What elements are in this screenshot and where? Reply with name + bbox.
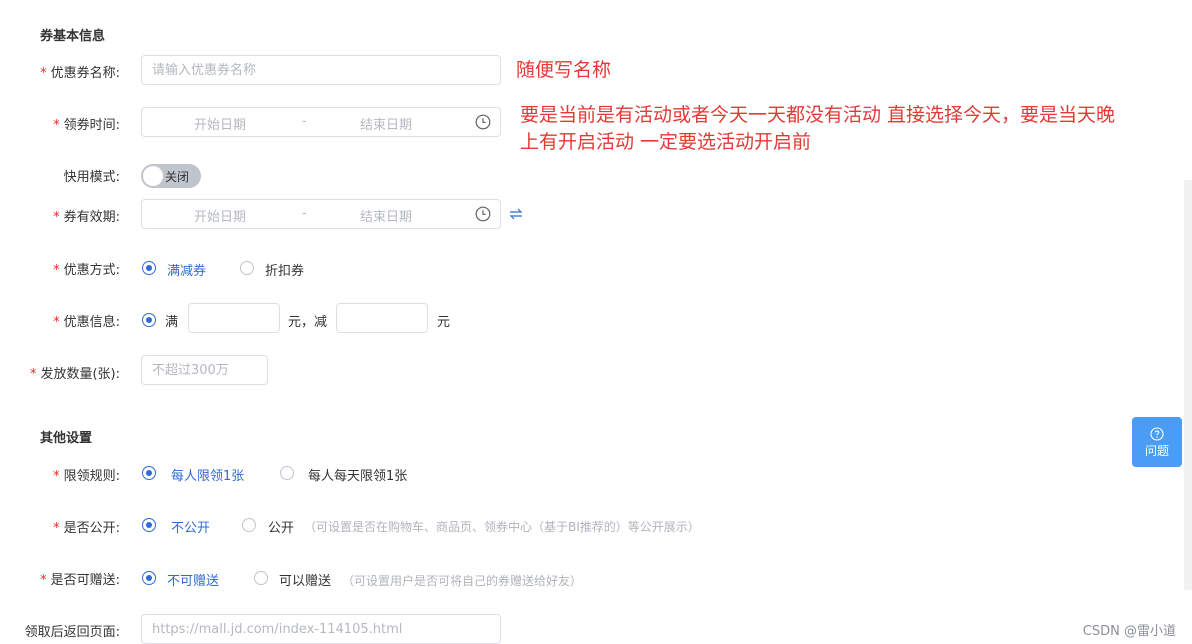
- radio-full-reduction[interactable]: [142, 261, 156, 275]
- claim-time-label: * 领券时间:: [53, 118, 120, 133]
- threshold-amount-input[interactable]: [188, 303, 280, 333]
- radio-not-public[interactable]: [142, 518, 156, 532]
- issue-count-label: * 发放数量(张):: [29, 367, 120, 382]
- radio-limit-daily[interactable]: [280, 466, 294, 480]
- return-page-input[interactable]: [141, 614, 501, 644]
- annotation-time-note-line1: 要是当前是有活动或者今天一天都没有活动 直接选择今天，要是当天晚: [520, 104, 1116, 126]
- annotation-name-note: 随便写名称: [516, 59, 612, 81]
- discount-middle-text: 元，减: [288, 315, 328, 330]
- radio-limit-once-label[interactable]: 每人限领1张: [171, 465, 244, 484]
- radio-not-public-label[interactable]: 不公开: [171, 517, 210, 536]
- valid-period-label: * 券有效期:: [53, 210, 120, 225]
- discount-prefix-text: 满: [165, 315, 179, 330]
- discount-info-label: * 优惠信息:: [53, 315, 120, 330]
- radio-limit-daily-label[interactable]: 每人每天限领1张: [308, 465, 407, 484]
- is-public-hint: （可设置是否在购物车、商品页、领券中心（基于BI推荐的）等公开展示）: [304, 520, 700, 534]
- giftable-hint: （可设置用户是否可将自己的券赠送给好友）: [342, 574, 583, 588]
- coupon-name-label: * 优惠券名称:: [40, 66, 120, 81]
- quick-mode-toggle[interactable]: 关闭: [141, 164, 201, 188]
- quick-mode-label: 快用模式:: [63, 170, 120, 185]
- toggle-knob: [143, 166, 163, 186]
- section-title-other: 其他设置: [40, 431, 93, 446]
- radio-giftable[interactable]: [254, 571, 268, 585]
- return-page-label: 领取后返回页面:: [24, 625, 120, 640]
- claim-time-end-placeholder[interactable]: 结束日期: [360, 114, 412, 133]
- scrollbar[interactable]: [1184, 180, 1192, 590]
- claim-time-separator: -: [302, 114, 307, 129]
- valid-period-range-picker[interactable]: 开始日期 - 结束日期: [141, 199, 501, 229]
- discount-type-label: * 优惠方式:: [53, 263, 120, 278]
- watermark: CSDN @雷小道: [1082, 624, 1176, 639]
- valid-period-end-placeholder[interactable]: 结束日期: [360, 206, 412, 225]
- discount-suffix-text: 元: [437, 315, 451, 330]
- radio-public[interactable]: [242, 518, 256, 532]
- radio-giftable-label[interactable]: 可以赠送: [279, 570, 331, 589]
- valid-period-start-placeholder[interactable]: 开始日期: [194, 206, 246, 225]
- radio-full-threshold[interactable]: [142, 313, 156, 327]
- coupon-name-input[interactable]: [141, 55, 501, 85]
- claim-time-start-placeholder[interactable]: 开始日期: [194, 114, 246, 133]
- help-button[interactable]: 问题: [1132, 417, 1182, 467]
- radio-full-reduction-label[interactable]: 满减券: [167, 260, 206, 279]
- issue-count-input[interactable]: [141, 355, 268, 385]
- valid-period-separator: -: [302, 206, 307, 221]
- radio-not-giftable[interactable]: [142, 571, 156, 585]
- limit-rule-label: * 限领规则:: [53, 469, 120, 484]
- radio-discount[interactable]: [240, 261, 254, 275]
- section-title-basic: 券基本信息: [40, 29, 106, 44]
- giftable-label: * 是否可赠送:: [40, 573, 120, 588]
- question-icon: [1150, 427, 1164, 441]
- radio-limit-once[interactable]: [142, 466, 156, 480]
- help-button-label: 问题: [1144, 444, 1169, 458]
- radio-not-giftable-label[interactable]: 不可赠送: [167, 570, 219, 589]
- claim-time-range-picker[interactable]: 开始日期 - 结束日期: [141, 107, 501, 137]
- radio-discount-label[interactable]: 折扣券: [265, 260, 304, 279]
- is-public-label: * 是否公开:: [53, 521, 120, 536]
- clock-icon: [475, 114, 491, 130]
- toggle-text: 关闭: [165, 170, 190, 184]
- annotation-time-note-line2: 上有开启活动 一定要选活动开启前: [520, 131, 812, 153]
- radio-public-label[interactable]: 公开: [268, 517, 294, 536]
- reduction-amount-input[interactable]: [336, 303, 428, 333]
- clock-icon: [475, 206, 491, 222]
- swap-icon[interactable]: [509, 207, 523, 221]
